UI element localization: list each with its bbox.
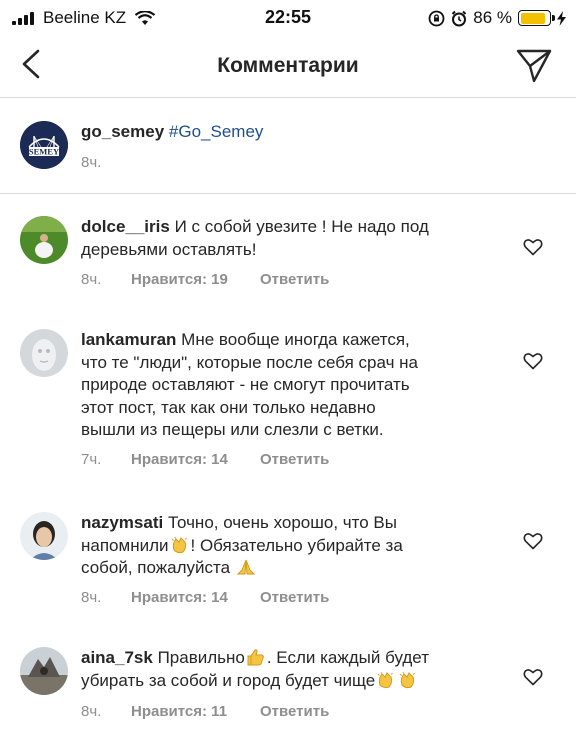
comment-item: lankamuran Мне вообще иногда кажется, чт… — [0, 305, 576, 490]
logo-text: SEMEY — [29, 147, 59, 157]
comment-line: этот пост, так как они только недавно — [81, 397, 376, 417]
reply-button[interactable]: Ответить — [260, 703, 329, 720]
comment-item: dolce__iris И с собой увезите ! Не надо … — [0, 195, 576, 300]
comment-text: lankamuran Мне вообще иногда кажется, чт… — [81, 329, 501, 442]
comment-meta: 7ч. Нравится: 14 Ответить — [81, 451, 329, 468]
comment-likes[interactable]: Нравится: 11 — [131, 703, 260, 720]
comment-item: nazymsati Точно, очень хорошо, что Вы на… — [0, 490, 576, 620]
comment-line: Мне вообще иногда кажется, — [181, 330, 410, 349]
comment-line: напомнили — [81, 535, 169, 555]
caption-time: 8ч. — [81, 154, 102, 171]
caption-text: go_semey #Go_Semey — [81, 121, 501, 144]
alarm-icon — [452, 10, 467, 26]
comment-line: что те "люди", которые после себя срач н… — [81, 352, 419, 372]
comment-line: убирать за собой и город будет чище — [81, 670, 376, 690]
thumbs-up-icon — [247, 649, 264, 666]
avatar-photo — [20, 512, 68, 560]
comment-likes[interactable]: Нравится: 19 — [131, 271, 260, 288]
avatar[interactable] — [20, 647, 68, 695]
avatar-photo — [20, 216, 68, 264]
avatar[interactable] — [20, 216, 68, 264]
battery-fill — [520, 12, 545, 24]
comment-line: Точно, очень хорошо, что Вы — [167, 513, 397, 532]
comment-text: aina_7sk Правильно . Если каждый будет уб… — [81, 647, 501, 692]
status-right: 86 % — [422, 8, 566, 28]
avatar[interactable]: SEMEY — [20, 121, 68, 169]
comment-username[interactable]: lankamuran — [81, 330, 176, 349]
paper-plane-icon[interactable] — [514, 46, 554, 86]
charging-bolt-icon — [557, 10, 566, 26]
comment-line: И с собой увезите ! Не надо под — [174, 217, 429, 236]
comment-username[interactable]: nazymsati — [81, 513, 163, 532]
comment-time: 7ч. — [81, 451, 102, 468]
go-semey-logo: SEMEY — [20, 121, 68, 169]
divider — [0, 193, 576, 194]
page-title: Комментарии — [217, 54, 359, 77]
comment-username[interactable]: aina_7sk — [81, 648, 153, 667]
navigation-bar: Комментарии — [0, 34, 576, 98]
comment-line: ! Обязательно убирайте за — [190, 535, 403, 555]
caption-username[interactable]: go_semey — [81, 122, 164, 141]
avatar[interactable] — [20, 512, 68, 560]
comment-time: 8ч. — [81, 703, 102, 720]
heart-icon[interactable] — [523, 237, 543, 257]
post-caption: SEMEY go_semey #Go_Semey 8ч. — [0, 98, 576, 193]
comment-line: Правильно — [157, 648, 245, 667]
reply-button[interactable]: Ответить — [260, 451, 329, 468]
clapping-hands-icon — [171, 536, 187, 553]
comment-username[interactable]: dolce__iris — [81, 217, 170, 236]
praying-hands-icon — [236, 559, 255, 575]
avatar[interactable] — [20, 329, 68, 377]
comment-likes[interactable]: Нравится: 14 — [131, 451, 260, 468]
reply-button[interactable]: Ответить — [260, 271, 329, 288]
reply-button[interactable]: Ответить — [260, 589, 329, 606]
comment-line: . Если каждый будет — [266, 648, 429, 667]
rotation-lock-icon — [428, 10, 445, 26]
caption-meta: 8ч. — [81, 154, 131, 171]
avatar-photo — [20, 647, 68, 695]
comment-line: собой, пожалуйста — [81, 558, 231, 577]
comment-text: nazymsati Точно, очень хорошо, что Вы на… — [81, 512, 501, 580]
comment-text: dolce__iris И с собой увезите ! Не надо … — [81, 216, 501, 261]
caption-hashtag[interactable]: #Go_Semey — [169, 122, 264, 141]
comment-line: природе оставляют - не смогут прочитать — [81, 375, 410, 394]
comment-meta: 8ч. Нравится: 19 Ответить — [81, 271, 329, 288]
clapping-hands-icon — [377, 671, 394, 688]
comment-line: вышли из пещеры или слезли с ветки. — [81, 420, 384, 439]
heart-icon[interactable] — [523, 531, 543, 551]
comment-time: 8ч. — [81, 589, 102, 606]
battery-percent: 86 % — [473, 8, 512, 27]
avatar-photo — [20, 329, 68, 377]
battery-icon — [518, 10, 555, 26]
comment-item: aina_7sk Правильно . Если каждый будет уб… — [0, 625, 576, 750]
status-bar: Beeline KZ 22:55 86 % — [0, 0, 576, 34]
comment-time: 8ч. — [81, 271, 102, 288]
comment-likes[interactable]: Нравится: 14 — [131, 589, 260, 606]
comment-meta: 8ч. Нравится: 14 Ответить — [81, 589, 329, 606]
clapping-hands-icon — [399, 671, 416, 688]
heart-icon[interactable] — [523, 667, 543, 687]
comment-line: деревьями оставлять! — [81, 239, 257, 259]
comment-meta: 8ч. Нравится: 11 Ответить — [81, 703, 329, 720]
heart-icon[interactable] — [523, 351, 543, 371]
